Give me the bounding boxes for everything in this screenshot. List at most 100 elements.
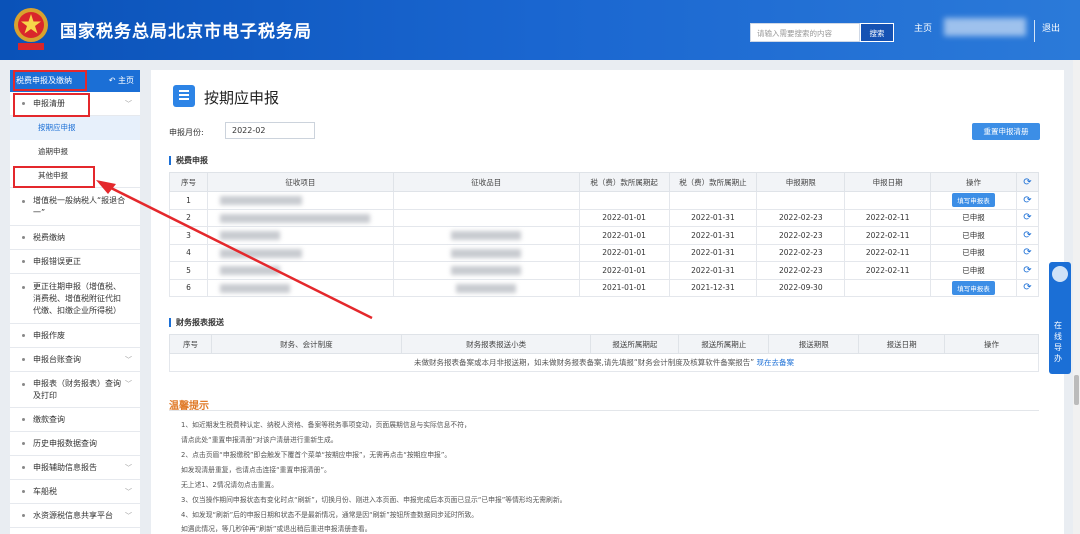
cell-collection-subitem [392, 243, 580, 262]
scrollbar[interactable] [1073, 60, 1080, 534]
site-title: 国家税务总局北京市电子税务局 [60, 22, 312, 42]
cell-deadline: 2022-02-23 [756, 208, 846, 227]
filing-link[interactable]: 现在去备案 [757, 358, 795, 367]
redacted-text [219, 231, 280, 240]
refresh-all-icon[interactable]: ⟳ [1015, 172, 1040, 192]
month-label: 申报月份: [169, 128, 204, 137]
column-header: 报送日期 [858, 334, 946, 354]
cell-period-end: 2022-01-31 [668, 261, 758, 280]
sidebar-home-link[interactable]: ↶ 主页 [109, 75, 134, 86]
cell-operation: 已申报 [930, 226, 1017, 245]
sidebar-item-past-correction[interactable]: 更正往期申报（增值税、消费税、增值税附征代扣代缴、扣缴企业所得税） [10, 274, 140, 324]
finance-notice: 未做财务报表备案或本月非报送期，如未做财务报表备案,请先填报“财务会计制度及核算… [169, 353, 1039, 372]
chevron-down-icon: ﹀ [125, 380, 132, 388]
sidebar-item-history-query[interactable]: 历史申报数据查询 [10, 432, 140, 456]
main-panel: 按期应申报 申报月份: 2022-02 重置申报清册 税费申报 序号 征收项目 … [151, 70, 1064, 534]
sidebar-item-auxiliary-report[interactable]: 申报辅助信息报告 ﹀ [10, 456, 140, 480]
table-row: 未做财务报表备案或本月非报送期，如未做财务报表备案,请先填报“财务会计制度及核算… [169, 353, 1039, 372]
month-input[interactable]: 2022-02 [225, 122, 315, 139]
back-arrow-icon: ↶ [108, 76, 118, 85]
bullet-icon [22, 260, 25, 263]
table-row: 3 2022-01-01 2022-01-31 2022-02-23 2022-02-1… [169, 226, 1040, 245]
refresh-icon[interactable]: ⟳ [1023, 282, 1031, 293]
redacted-text [219, 213, 370, 223]
sidebar-menu: 申报清册 ﹀ 按期应申报 逾期申报 其他申报 增值税一般纳税人“报退合一” 税费… [10, 92, 140, 528]
sidebar-item-periodic-declaration[interactable]: 按期应申报 [10, 116, 140, 140]
refresh-icon[interactable]: ⟳ [1023, 195, 1031, 206]
column-header: 序号 [169, 334, 212, 354]
cell-period-end: 2022-01-31 [668, 226, 758, 245]
sidebar: 税费申报及缴纳 ↶ 主页 申报清册 ﹀ 按期应申报 逾期申报 其他申报 增值税一… [10, 70, 140, 534]
cell-collection-subitem [392, 278, 580, 297]
cell-deadline: 2022-02-23 [756, 243, 846, 262]
online-guide-label: 在线导办 [1054, 321, 1062, 363]
home-link[interactable]: 主页 [914, 21, 932, 34]
sidebar-item-overdue-declaration[interactable]: 逾期申报 [10, 140, 140, 164]
redacted-text [451, 231, 522, 240]
annotation-box [13, 166, 95, 188]
sidebar-item-vehicle-tax[interactable]: 车船税 ﹀ [10, 480, 140, 504]
search-input[interactable]: 请输入需要搜索的内容 [750, 23, 860, 42]
sidebar-item-ledger-query[interactable]: 申报台账查询 ﹀ [10, 348, 140, 372]
cell-refresh: ⟳ [1015, 278, 1040, 297]
reset-list-button[interactable]: 重置申报清册 [972, 123, 1040, 140]
tip-line: 3、仅当操作期间申报状态有变化时点“刷新”，切换月份、刚进入本页面、申报完成后本… [181, 496, 567, 504]
search-button[interactable]: 搜索 [860, 23, 894, 42]
cell-declare-date [844, 191, 932, 210]
sidebar-item-tax-payment[interactable]: 税费缴纳 [10, 226, 140, 250]
page-title: 按期应申报 [204, 89, 280, 107]
cell-collection-item [206, 191, 394, 210]
logout-link[interactable]: 退出 [1042, 21, 1060, 34]
column-header: 征收品目 [392, 172, 580, 192]
refresh-icon[interactable]: ⟳ [1023, 247, 1031, 258]
cell-declare-date: 2022-02-11 [844, 261, 932, 280]
cell-no: 5 [169, 261, 208, 280]
cell-collection-item [206, 208, 394, 227]
column-header: 操作 [930, 172, 1017, 192]
cell-operation: 填写申报表 [930, 278, 1017, 297]
bullet-icon [22, 490, 25, 493]
chevron-down-icon: ﹀ [125, 464, 132, 472]
table-header-row: 序号 财务、会计制度 财务报表报送小类 报送所属期起 报送所属期止 报送期限 报… [169, 334, 1039, 354]
column-header: 税（费）款所属期起 [578, 172, 670, 192]
fill-form-button[interactable]: 填写申报表 [952, 280, 995, 295]
cell-no: 4 [169, 243, 208, 262]
table-row: 4 2022-01-01 2022-01-31 2022-02-23 2022-02-1… [169, 243, 1040, 262]
redacted-text [456, 283, 517, 293]
cell-operation: 填写申报表 [930, 191, 1017, 210]
bullet-icon [22, 442, 25, 445]
cell-declare-date: 2022-02-11 [844, 243, 932, 262]
online-guide-widget[interactable]: 在线导办 [1049, 262, 1071, 374]
cell-operation: 已申报 [930, 208, 1017, 227]
status-text: 已申报 [962, 230, 985, 240]
cell-period-end [668, 191, 758, 210]
tax-section-title: 税费申报 [169, 156, 208, 165]
tips-divider [169, 410, 1039, 411]
refresh-icon[interactable]: ⟳ [1023, 230, 1031, 241]
cell-period-start: 2022-01-01 [578, 243, 670, 262]
sidebar-item-error-correction[interactable]: 申报错误更正 [10, 250, 140, 274]
sidebar-item-vat-refund[interactable]: 增值税一般纳税人“报退合一” [10, 188, 140, 226]
cell-collection-subitem [392, 208, 580, 227]
refresh-icon[interactable]: ⟳ [1023, 212, 1031, 223]
sidebar-item-void[interactable]: 申报作废 [10, 324, 140, 348]
cell-refresh: ⟳ [1015, 208, 1040, 227]
refresh-icon[interactable]: ⟳ [1023, 265, 1031, 276]
sidebar-item-payment-query[interactable]: 缴款查询 [10, 408, 140, 432]
fill-form-button[interactable]: 填写申报表 [952, 193, 995, 208]
sidebar-item-report-print[interactable]: 申报表（财务报表）查询及打印 ﹀ [10, 372, 140, 408]
cell-no: 3 [169, 226, 208, 245]
header-divider [1034, 20, 1035, 42]
scrollbar-thumb[interactable] [1074, 375, 1079, 405]
redacted-text [219, 266, 280, 275]
cell-refresh: ⟳ [1015, 191, 1040, 210]
cell-no: 2 [169, 208, 208, 227]
top-header: 国家税务总局北京市电子税务局 请输入需要搜索的内容 搜索 主页 退出 [0, 0, 1080, 60]
tip-line: 无上述1、2情况请勿点击重置。 [181, 481, 279, 489]
customer-service-icon [1052, 266, 1068, 282]
bullet-icon [22, 514, 25, 517]
sidebar-item-water-resource[interactable]: 水资源税信息共享平台 ﹀ [10, 504, 140, 528]
cell-period-start [578, 191, 670, 210]
tip-line: 如发现清册重复，也请点击连接“重置申报清册”。 [181, 466, 331, 474]
table-row: 2 2022-01-01 2022-01-31 2022-02-23 2022-02-1… [169, 208, 1040, 227]
